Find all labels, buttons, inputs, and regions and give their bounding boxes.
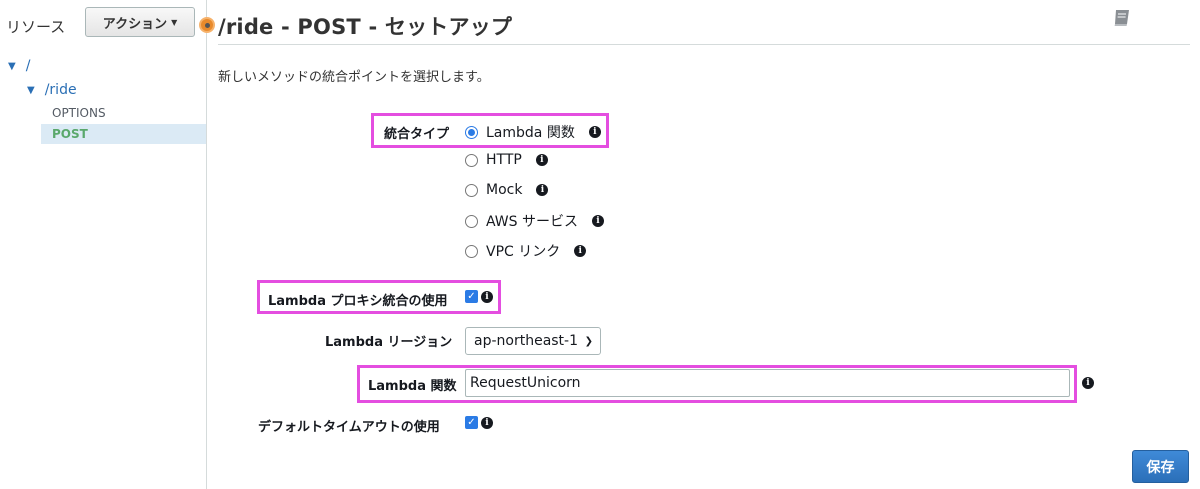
header-divider: [218, 44, 1190, 45]
page-title: /ride - POST - セットアップ: [218, 15, 513, 39]
radio-option-label: Lambda 関数: [486, 125, 575, 141]
tree-item-ride[interactable]: ▼ /ride: [27, 82, 77, 98]
actions-label: アクション: [102, 16, 168, 32]
radio-option-label: HTTP: [486, 152, 522, 168]
info-icon[interactable]: i: [592, 215, 604, 227]
actions-dropdown-button[interactable]: アクション ▼: [85, 7, 195, 37]
region-select[interactable]: ap-northeast-1 ❯: [465, 327, 601, 355]
info-icon[interactable]: i: [481, 290, 493, 303]
tree-method-post[interactable]: POST: [52, 127, 88, 141]
info-icon[interactable]: i: [588, 126, 601, 138]
info-icon[interactable]: i: [1082, 377, 1094, 389]
radio-option-http[interactable]: HTTP i: [465, 152, 548, 168]
default-timeout-control: ✓ i: [465, 416, 493, 429]
expand-triangle-icon: ▼: [8, 60, 16, 72]
description-text: 新しいメソッドの統合ポイントを選択します。: [218, 70, 490, 85]
radio-option-aws-service[interactable]: AWS サービス i: [465, 211, 604, 231]
info-icon[interactable]: i: [535, 154, 548, 166]
proxy-integration-control: ✓ i: [465, 290, 493, 303]
radio-option-mock[interactable]: Mock i: [465, 182, 549, 198]
radio-option-label: AWS サービス: [486, 214, 578, 230]
info-icon[interactable]: i: [536, 184, 549, 196]
tree-item-root[interactable]: ▼ /: [8, 58, 30, 74]
integration-type-label: 統合タイプ: [384, 127, 450, 142]
radio-option-label: VPC リンク: [486, 244, 561, 260]
caret-down-icon: ▼: [171, 17, 178, 27]
tree-item-ride-label: /ride: [44, 82, 77, 98]
radio-button[interactable]: [465, 125, 478, 139]
proxy-integration-checkbox[interactable]: ✓: [465, 290, 478, 303]
resources-label: リソース: [6, 18, 66, 36]
default-timeout-checkbox[interactable]: ✓: [465, 416, 478, 429]
book-icon[interactable]: [1112, 9, 1132, 27]
radio-option-vpc-link[interactable]: VPC リンク i: [465, 241, 587, 261]
chevron-down-icon: ❯: [584, 335, 593, 347]
radio-button[interactable]: [465, 244, 478, 258]
proxy-integration-label: Lambda プロキシ統合の使用: [268, 294, 448, 309]
function-input[interactable]: RequestUnicorn: [465, 369, 1070, 397]
expand-triangle-icon: ▼: [27, 84, 35, 96]
radio-button[interactable]: [465, 214, 478, 228]
region-label: Lambda リージョン: [325, 335, 453, 350]
radio-option-label: Mock: [486, 182, 523, 198]
default-timeout-label: デフォルトタイムアウトの使用: [258, 420, 440, 435]
region-select-value: ap-northeast-1: [474, 333, 579, 349]
resize-handle-icon[interactable]: [199, 17, 215, 33]
save-button[interactable]: 保存: [1132, 450, 1189, 483]
info-icon[interactable]: i: [481, 416, 493, 429]
function-label: Lambda 関数: [368, 379, 457, 394]
radio-option-lambda[interactable]: Lambda 関数 i: [465, 122, 601, 142]
radio-button[interactable]: [465, 183, 478, 197]
radio-button[interactable]: [465, 153, 478, 167]
tree-method-options[interactable]: OPTIONS: [52, 106, 106, 120]
function-input-value: RequestUnicorn: [470, 375, 581, 391]
resource-sidebar: リソース アクション ▼ ▼ / ▼ /ride OPTIONS POST: [0, 0, 207, 489]
info-icon[interactable]: i: [574, 245, 587, 257]
tree-item-root-label: /: [25, 58, 31, 74]
